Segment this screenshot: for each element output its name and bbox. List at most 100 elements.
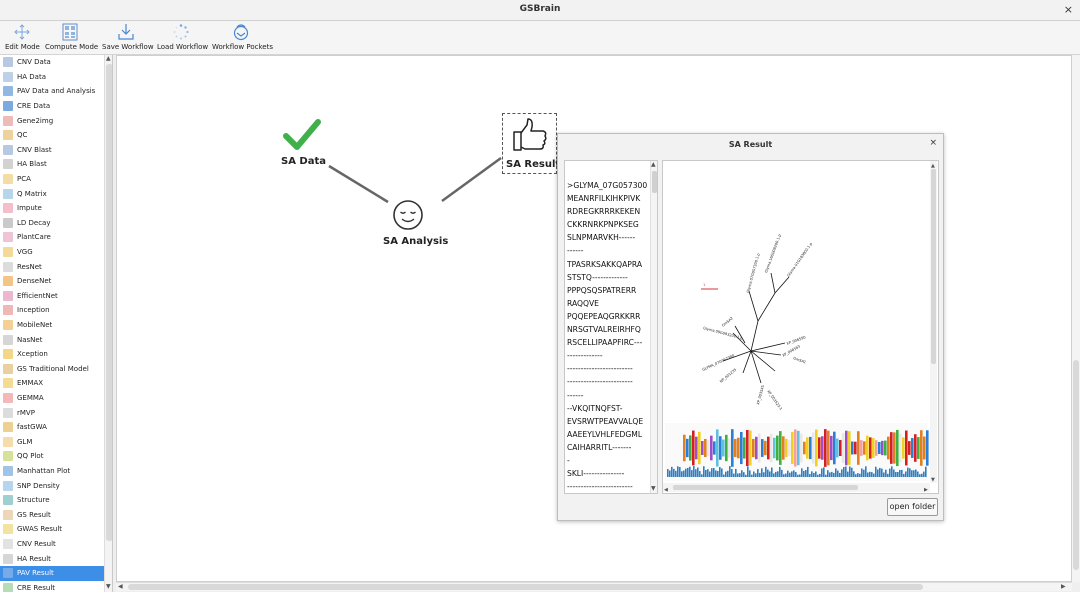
node-type-icon [3, 320, 13, 331]
sidebar-item-rmvp[interactable]: rMVP [0, 405, 104, 420]
sequence-line: ------- [567, 493, 651, 494]
sidebar-item-densenet[interactable]: DenseNet [0, 274, 104, 289]
node-type-icon [3, 305, 13, 316]
node-type-icon [3, 553, 13, 564]
sequence-line: CKKRNRKPNPKSEG [567, 220, 639, 230]
sequence-text-panel[interactable]: >GLYMA_07G057300 MEANRFILKIHKPIVK RDREGKRR… [564, 160, 658, 494]
scroll-left-arrow[interactable]: ◀ [118, 583, 123, 590]
sidebar-item-snp-density[interactable]: SNP Density [0, 478, 104, 493]
sidebar-item-inception[interactable]: Inception [0, 303, 104, 318]
sidebar-item-ld-decay[interactable]: LD Decay [0, 216, 104, 231]
save-workflow-button[interactable]: Save Workflow [102, 23, 154, 51]
scroll-down-arrow[interactable]: ▼ [106, 583, 111, 590]
sidebar-item-cre-data[interactable]: CRE Data [0, 99, 104, 114]
sa-analysis-node[interactable] [391, 198, 425, 232]
sidebar-item-structure[interactable]: Structure [0, 493, 104, 508]
sidebar-item-nasnet[interactable]: NasNet [0, 332, 104, 347]
node-type-icon [3, 261, 13, 272]
sidebar-item-gs-traditional-model[interactable]: GS Traditional Model [0, 362, 104, 377]
svg-text:GmSA1: GmSA1 [793, 356, 807, 364]
sidebar-item-cnv-data[interactable]: CNV Data [0, 55, 104, 70]
sa-result-node[interactable]: SA Result [502, 113, 560, 174]
sidebar-item-resnet[interactable]: ResNet [0, 259, 104, 274]
edit-mode-button[interactable]: Edit Mode [5, 23, 40, 51]
sidebar-item-cnv-result[interactable]: CNV Result [0, 537, 104, 552]
result-image-panel[interactable]: 1 Glyma.07G057300.1.p Glyma.16G008200.1.… [662, 160, 939, 494]
sequence-text: >GLYMA_07G057300 MEANRFILKIHKPIVK RDREGKRR… [567, 179, 651, 494]
sidebar-item-gwas-result[interactable]: GWAS Result [0, 522, 104, 537]
node-type-icon [3, 276, 13, 287]
canvas-vscroll-thumb[interactable] [1073, 360, 1079, 570]
sidebar-item-pav-result[interactable]: PAV Result [0, 566, 104, 581]
dialog-close-button[interactable]: × [929, 138, 937, 148]
sidebar-item-ha-data[interactable]: HA Data [0, 70, 104, 85]
sidebar-scrollbar[interactable]: ▲ ▼ [104, 55, 112, 592]
sidebar-item-label: PAV Result [17, 569, 54, 578]
seq-scroll-up-arrow[interactable]: ▲ [651, 161, 656, 168]
open-folder-button[interactable]: open folder [887, 498, 938, 516]
sidebar-item-fastgwa[interactable]: fastGWA [0, 420, 104, 435]
sequence-line: RAQQVE [567, 298, 599, 308]
node-type-icon [3, 71, 13, 82]
sidebar-item-gs-result[interactable]: GS Result [0, 508, 104, 523]
sidebar-item-pav-data-and-analysis[interactable]: PAV Data and Analysis [0, 84, 104, 99]
sidebar-item-pca[interactable]: PCA [0, 172, 104, 187]
sidebar-item-qq-plot[interactable]: QQ Plot [0, 449, 104, 464]
sequence-line: PPPQSQSPATRERR [567, 285, 637, 295]
sidebar-item-label: fastGWA [17, 423, 47, 432]
canvas-horizontal-scrollbar[interactable]: ◀ ▶ [116, 582, 1072, 591]
image-vscroll-thumb [931, 169, 936, 364]
sidebar-item-gene2img[interactable]: Gene2img [0, 113, 104, 128]
sidebar-item-qc[interactable]: QC [0, 128, 104, 143]
sidebar-item-q-matrix[interactable]: Q Matrix [0, 186, 104, 201]
sidebar-item-vgg[interactable]: VGG [0, 245, 104, 260]
seq-scroll-down-arrow[interactable]: ▼ [651, 485, 656, 492]
load-workflow-button[interactable]: Load Workflow [157, 23, 208, 51]
sidebar-item-impute[interactable]: Impute [0, 201, 104, 216]
window-close-button[interactable]: × [1064, 3, 1073, 16]
result-image: 1 Glyma.07G057300.1.p Glyma.16G008200.1.… [663, 161, 937, 493]
sidebar-item-glm[interactable]: GLM [0, 435, 104, 450]
sidebar-item-label: LD Decay [17, 218, 51, 227]
node-type-icon [3, 582, 13, 592]
sidebar-item-ha-blast[interactable]: HA Blast [0, 157, 104, 172]
sidebar-item-xception[interactable]: Xception [0, 347, 104, 362]
sidebar-item-label: rMVP [17, 408, 35, 417]
sidebar-item-mobilenet[interactable]: MobileNet [0, 318, 104, 333]
seq-scroll-thumb[interactable] [652, 171, 657, 193]
sidebar-item-ha-result[interactable]: HA Result [0, 551, 104, 566]
sidebar-item-label: HA Result [17, 554, 51, 563]
pockets-icon [233, 24, 249, 41]
sidebar-item-plantcare[interactable]: PlantCare [0, 230, 104, 245]
scroll-up-arrow[interactable]: ▲ [106, 55, 111, 62]
node-type-icon [3, 539, 13, 550]
canvas-hscroll-thumb[interactable] [128, 584, 923, 590]
connection-data-analysis [328, 164, 389, 204]
sidebar-item-label: QC [17, 131, 28, 140]
sidebar-scroll-thumb[interactable] [106, 64, 112, 541]
sidebar-item-manhattan-plot[interactable]: Manhattan Plot [0, 464, 104, 479]
canvas-vertical-scrollbar[interactable] [1072, 55, 1080, 582]
sequence-scrollbar[interactable]: ▲ ▼ [650, 161, 657, 493]
sequence-line: ------------------------ [567, 377, 633, 387]
node-type-icon [3, 247, 13, 258]
connection-analysis-result [441, 156, 502, 203]
sequence-line: >GLYMA_07G057300 [567, 181, 648, 190]
sidebar-item-emmax[interactable]: EMMAX [0, 376, 104, 391]
sidebar-item-label: GS Traditional Model [17, 364, 89, 373]
smiley-face-icon [393, 200, 423, 230]
sidebar-item-label: CRE Data [17, 102, 51, 111]
workflow-pockets-button[interactable]: Workflow Pockets [212, 23, 273, 51]
node-type-icon [3, 451, 13, 462]
sidebar-item-label: PAV Data and Analysis [17, 87, 96, 96]
sidebar-item-cnv-blast[interactable]: CNV Blast [0, 143, 104, 158]
node-type-icon [3, 524, 13, 535]
sequence-line: RDREGKRRRKEKEN [567, 207, 641, 217]
sidebar-item-efficientnet[interactable]: EfficientNet [0, 289, 104, 304]
sidebar-item-cre-result[interactable]: CRE Result [0, 581, 104, 592]
scroll-right-arrow[interactable]: ▶ [1061, 583, 1066, 590]
sidebar-item-gemma[interactable]: GEMMA [0, 391, 104, 406]
compute-mode-button[interactable]: Compute Mode [45, 23, 98, 51]
sa-data-node[interactable] [283, 118, 323, 154]
sidebar-item-label: Manhattan Plot [17, 467, 71, 476]
